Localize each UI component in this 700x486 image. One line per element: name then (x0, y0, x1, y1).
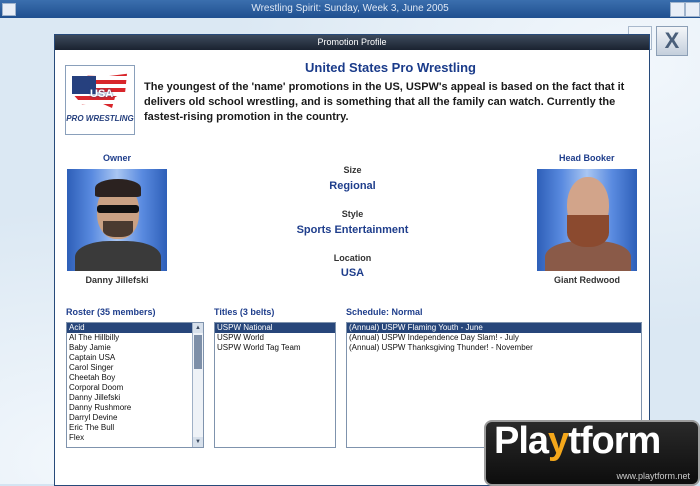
booker-beard (567, 215, 609, 247)
owner-portrait[interactable] (67, 169, 167, 271)
close-button[interactable]: X (656, 26, 688, 56)
promotion-description: The youngest of the 'name' promotions in… (144, 81, 625, 123)
app-title-bar: Wrestling Spirit: Sunday, Week 3, June 2… (0, 0, 700, 18)
owner-hair (95, 179, 141, 197)
watermark-logo: Playtform (494, 420, 661, 462)
sunglasses-icon (97, 205, 139, 213)
list-item[interactable]: (Annual) USPW Independence Day Slam! - J… (347, 333, 641, 343)
list-item[interactable]: Darryl Devine (67, 413, 203, 423)
owner-beard (103, 221, 133, 237)
schedule-heading: Schedule: Normal (346, 307, 423, 317)
titles-list[interactable]: USPW National USPW World USPW World Tag … (214, 322, 336, 448)
promotion-logo: USA PRO WRESTLING (65, 65, 135, 135)
size-value: Regional (329, 180, 376, 192)
booker-name: Giant Redwood (554, 275, 620, 285)
close-window-icon[interactable] (685, 2, 700, 17)
owner-body (75, 241, 161, 271)
list-item[interactable]: Danny Rushmore (67, 403, 203, 413)
list-item[interactable]: (Annual) USPW Flaming Youth - June (347, 323, 641, 333)
location-value: USA (340, 267, 365, 279)
logo-text: USA (90, 88, 114, 100)
scroll-down-icon[interactable]: ▼ (193, 437, 203, 447)
location-label: Location (333, 253, 372, 263)
owner-heading: Owner (103, 153, 132, 163)
panel-title: Promotion Profile (55, 35, 649, 50)
list-item[interactable]: USPW World (215, 333, 335, 343)
style-label: Style (341, 209, 364, 219)
list-item[interactable]: Captain USA (67, 353, 203, 363)
list-item[interactable]: USPW National (215, 323, 335, 333)
size-label: Size (343, 165, 362, 175)
promotion-profile-panel: Promotion Profile USA PRO WRESTLING Unit… (54, 34, 650, 486)
list-item[interactable]: Al The Hillbilly (67, 333, 203, 343)
roster-scrollbar[interactable]: ▲ ▼ (192, 323, 203, 447)
promotion-name: United States Pro Wrestling (305, 60, 476, 75)
watermark-url: www.playtform.net (616, 471, 690, 481)
scroll-thumb[interactable] (194, 335, 202, 369)
roster-heading: Roster (35 members) (66, 307, 156, 317)
minimize-icon[interactable] (670, 2, 685, 17)
titles-heading: Titles (3 belts) (214, 307, 275, 317)
list-item[interactable]: Corporal Doom (67, 383, 203, 393)
style-value: Sports Entertainment (296, 224, 409, 236)
system-menu-icon[interactable] (2, 3, 16, 16)
list-item[interactable]: Flex (67, 433, 203, 443)
list-item[interactable]: Cheetah Boy (67, 373, 203, 383)
scroll-up-icon[interactable]: ▲ (193, 323, 203, 333)
owner-name: Danny Jillefski (85, 275, 149, 285)
booker-portrait[interactable] (537, 169, 637, 271)
roster-list[interactable]: Acid Al The Hillbilly Baby Jamie Captain… (66, 322, 204, 448)
list-item[interactable]: (Annual) USPW Thanksgiving Thunder! - No… (347, 343, 641, 353)
list-item[interactable]: USPW World Tag Team (215, 343, 335, 353)
logo-subtitle: PRO WRESTLING (66, 114, 134, 123)
list-item[interactable]: Baby Jamie (67, 343, 203, 353)
list-item[interactable]: Danny Jillefski (67, 393, 203, 403)
booker-heading: Head Booker (559, 153, 615, 163)
playtform-watermark: Playtform www.playtform.net (484, 420, 700, 486)
list-item[interactable]: Eric The Bull (67, 423, 203, 433)
app-title: Wrestling Spirit: Sunday, Week 3, June 2… (251, 3, 449, 14)
list-item[interactable]: Carol Singer (67, 363, 203, 373)
list-item[interactable]: Acid (67, 323, 203, 333)
